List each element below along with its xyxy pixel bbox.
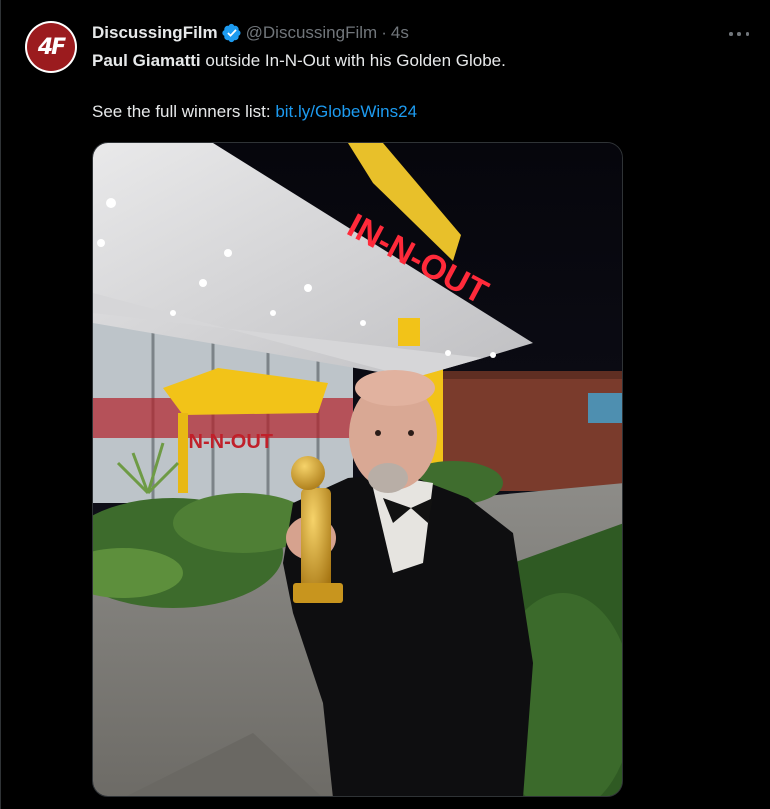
tweet-photo[interactable]: IN-N-OUT IN-N-OUT — [92, 142, 623, 797]
tweet-text: Paul Giamatti outside In-N-Out with his … — [92, 50, 732, 123]
winners-link[interactable]: bit.ly/GlobeWins24 — [275, 102, 417, 121]
tweet-text-line-1: Paul Giamatti outside In-N-Out with his … — [92, 50, 732, 72]
tweet-header: DiscussingFilm @DiscussingFilm · 4s — [92, 22, 409, 44]
more-horizontal-icon[interactable] — [727, 24, 751, 44]
author-handle[interactable]: @DiscussingFilm — [246, 22, 378, 44]
bold-name: Paul Giamatti — [92, 51, 201, 70]
separator-dot: · — [381, 23, 387, 42]
timestamp[interactable]: 4s — [391, 22, 409, 44]
avatar[interactable]: 4F — [25, 21, 77, 73]
verified-badge-icon[interactable] — [222, 23, 242, 43]
store-lettering: IN-N-OUT — [183, 431, 273, 453]
golden-globe-trophy — [301, 488, 331, 593]
avatar-text: 4F — [37, 34, 66, 60]
tweet-text-rest: outside In-N-Out with his Golden Globe. — [200, 51, 506, 70]
link-prefix: See the full winners list: — [92, 102, 276, 121]
tweet-text-line-2: See the full winners list: bit.ly/GlobeW… — [92, 101, 732, 123]
avatar-logo: 4F — [27, 23, 75, 71]
tweet-card[interactable]: 4F DiscussingFilm @DiscussingFilm · 4s P… — [0, 0, 770, 809]
author-display-name[interactable]: DiscussingFilm — [92, 22, 218, 44]
photo-scene: IN-N-OUT IN-N-OUT — [93, 143, 622, 796]
